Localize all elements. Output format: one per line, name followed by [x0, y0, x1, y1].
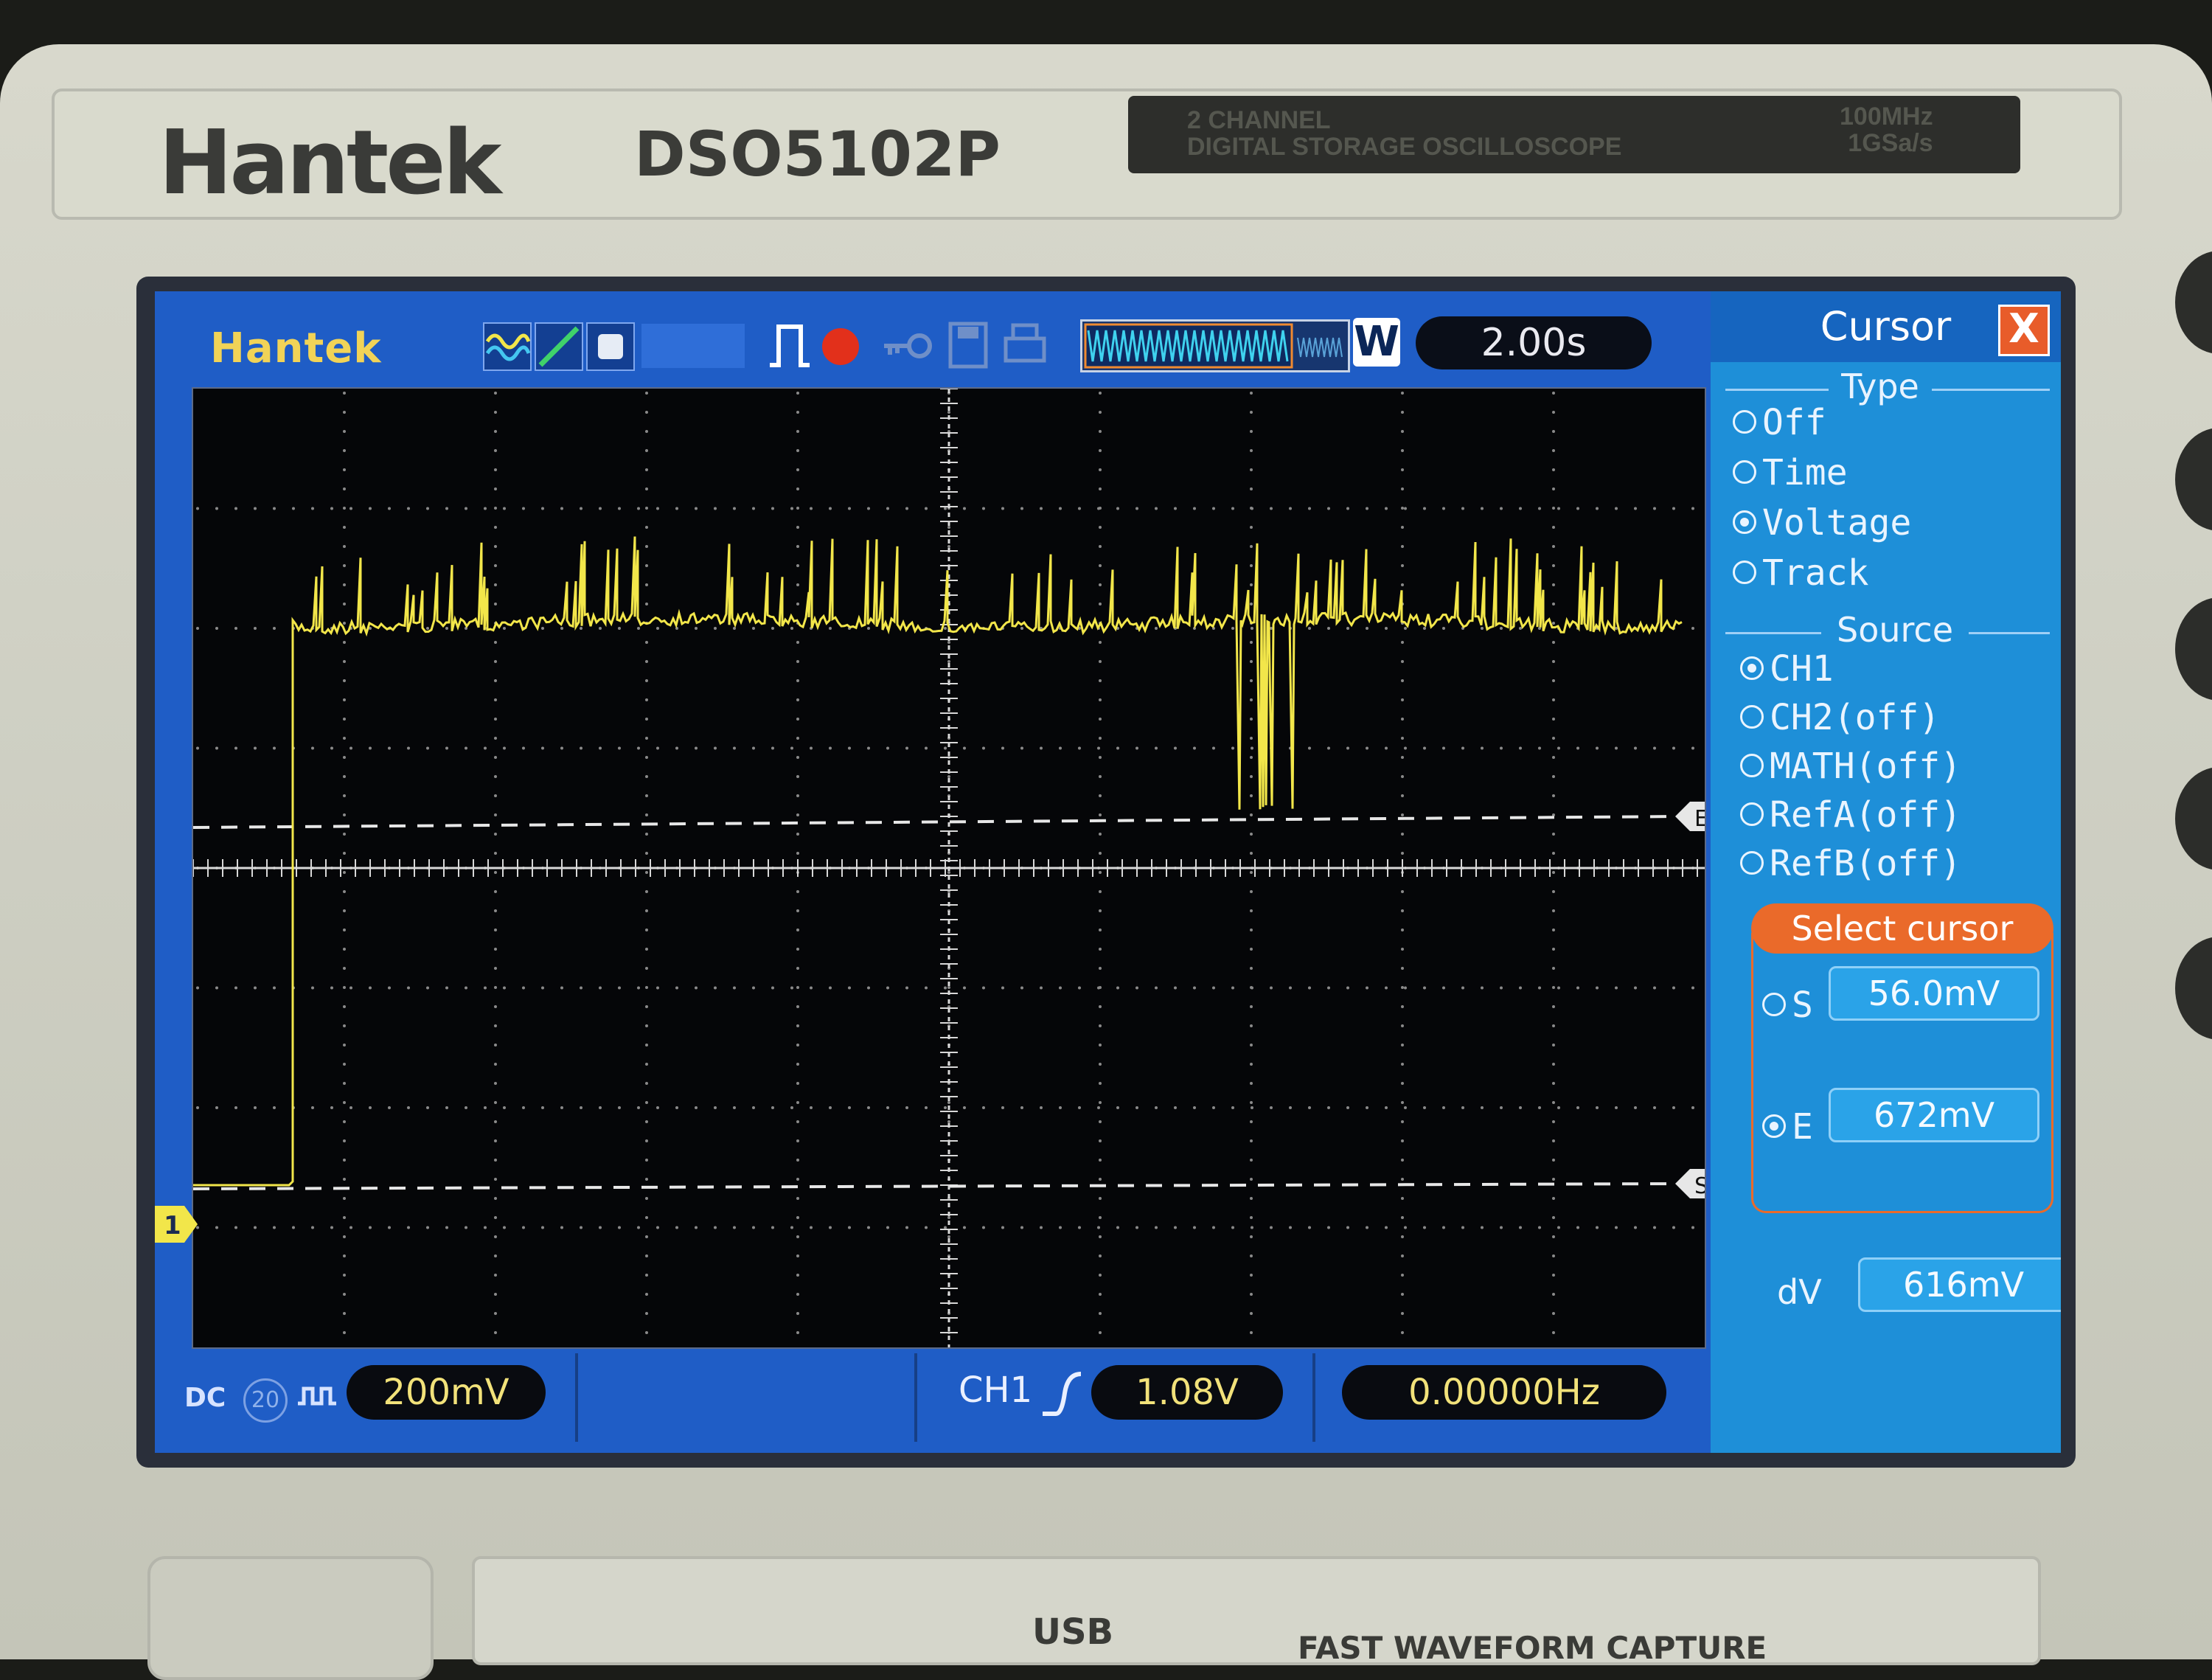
source-radio[interactable] [1740, 754, 1764, 777]
waveform-svg: E S [193, 389, 1705, 1347]
memory-mode-label: W [1353, 318, 1400, 367]
cursor-e-line[interactable] [193, 815, 1683, 829]
source-option-label: RefA(off) [1770, 794, 1962, 836]
cursor-s-value: 56.0mV [1829, 966, 2039, 1021]
source-radio[interactable] [1740, 656, 1764, 680]
coupling-label: DC [184, 1383, 226, 1413]
source-option[interactable]: RefB(off) [1740, 843, 1961, 884]
fast-capture-label: FAST WAVEFORM CAPTURE [1298, 1630, 1767, 1666]
delta-voltage-value: 616mV [1858, 1257, 2061, 1312]
status-divider [575, 1353, 578, 1442]
source-option[interactable]: RefA(off) [1740, 794, 1961, 836]
plate-description: 2 CHANNEL DIGITAL STORAGE OSCILLOSCOPE [1187, 107, 1621, 160]
frequency-readout: 0.00000Hz [1342, 1365, 1666, 1420]
type-radio[interactable] [1733, 460, 1756, 484]
source-radio[interactable] [1740, 802, 1764, 826]
source-option-label: MATH(off) [1770, 746, 1962, 787]
status-divider [1312, 1353, 1315, 1442]
cursor-e-marker[interactable]: E [1675, 802, 1705, 832]
cursor-e-marker-label: E [1694, 806, 1705, 832]
trigger-level-readout[interactable]: 1.08V [1091, 1365, 1283, 1420]
type-option[interactable]: Voltage [1733, 502, 1911, 544]
ch1-marker-label: 1 [164, 1211, 181, 1240]
type-option-label: Voltage [1762, 502, 1912, 544]
probe-coupling-icon [295, 1375, 339, 1420]
cursor-s-option[interactable]: S [1762, 985, 1813, 1026]
memory-depth-indicator [1080, 319, 1350, 372]
plate-specs: 100MHz 1GSa/s [1840, 103, 1933, 156]
cursor-s-label: S [1792, 985, 1813, 1026]
lcd-screen: Hantek W 2.00s E S 1 DC 20 200mV CH1 1.0… [155, 291, 2061, 1453]
cursor-e-value: 672mV [1829, 1088, 2039, 1142]
waveform-display: E S [192, 387, 1706, 1349]
type-option[interactable]: Off [1733, 402, 1826, 443]
side-buttons[interactable] [2160, 236, 2212, 1490]
model-plate: 2 CHANNEL DIGITAL STORAGE OSCILLOSCOPE 1… [1128, 96, 2020, 173]
source-option-label: CH2(off) [1770, 697, 1941, 738]
usb-label: USB [1032, 1611, 1114, 1653]
bandwidth-limit-icon: 20 [243, 1378, 288, 1423]
ch1-trace [193, 536, 1683, 1187]
source-option[interactable]: CH2(off) [1740, 697, 1940, 738]
select-cursor-button[interactable]: Select cursor [1751, 903, 2053, 954]
spec-sample-rate: 1GSa/s [1848, 129, 1933, 157]
ramp-icon [535, 322, 583, 371]
section-divider [1932, 389, 2050, 391]
plate-line-2: DIGITAL STORAGE OSCILLOSCOPE [1187, 133, 1622, 161]
device-brand-logo: Hantek [159, 112, 501, 215]
plate-line-1: 2 CHANNEL [1187, 106, 1331, 134]
cursor-e-label: E [1792, 1106, 1813, 1148]
save-icon [947, 321, 989, 369]
screen-logo: Hantek [210, 324, 382, 372]
type-option[interactable]: Track [1733, 552, 1869, 594]
type-radio[interactable] [1733, 560, 1756, 584]
source-option-label: RefB(off) [1770, 843, 1962, 884]
timebase-readout: 2.00s [1416, 316, 1652, 369]
rising-edge-icon [1040, 1371, 1084, 1417]
cursor-e-option[interactable]: E [1762, 1106, 1813, 1148]
trigger-source-label: CH1 [959, 1370, 1033, 1411]
probe-icon [586, 322, 635, 371]
source-radio[interactable] [1740, 851, 1764, 875]
front-panel-lower [472, 1556, 2041, 1665]
stop-indicator-icon [822, 328, 859, 365]
trigger-pulse-icon [767, 321, 813, 369]
type-option-label: Track [1762, 552, 1869, 594]
source-option-label: CH1 [1770, 648, 1834, 690]
waveform-icon [483, 322, 532, 371]
type-option[interactable]: Time [1733, 452, 1848, 493]
source-option[interactable]: MATH(off) [1740, 746, 1961, 787]
power-button[interactable] [147, 1556, 434, 1680]
cursor-s-marker-label: S [1694, 1173, 1705, 1199]
type-radio[interactable] [1733, 410, 1756, 434]
type-option-label: Time [1762, 452, 1848, 493]
cursor-menu-panel: Cursor X Type Off Time Voltage Track Source… [1711, 291, 2061, 1453]
type-radio[interactable] [1733, 510, 1756, 534]
cursor-s-radio[interactable] [1762, 993, 1786, 1016]
volts-per-div-readout[interactable]: 200mV [347, 1365, 546, 1420]
source-radio[interactable] [1740, 705, 1764, 729]
cursor-s-line[interactable] [193, 1182, 1683, 1190]
source-section-title: Source [1837, 610, 1953, 650]
source-option[interactable]: CH1 [1740, 648, 1834, 690]
cursor-s-marker[interactable]: S [1675, 1169, 1705, 1199]
section-divider [1725, 389, 1829, 391]
print-icon [1003, 321, 1047, 369]
status-slot [641, 324, 745, 368]
key-lock-icon [881, 327, 933, 365]
status-divider [914, 1353, 917, 1442]
type-option-label: Off [1762, 402, 1826, 443]
section-divider [1725, 632, 1821, 634]
device-model: DSO5102P [634, 118, 1001, 190]
close-button[interactable]: X [1998, 305, 2050, 356]
spec-bandwidth: 100MHz [1840, 103, 1933, 131]
type-section-title: Type [1841, 367, 1919, 406]
ch1-ground-marker[interactable]: 1 [155, 1206, 199, 1243]
cursor-e-radio[interactable] [1762, 1114, 1786, 1138]
center-axes [193, 389, 1705, 1347]
delta-voltage-label: dV [1777, 1272, 1822, 1312]
section-divider [1969, 632, 2050, 634]
